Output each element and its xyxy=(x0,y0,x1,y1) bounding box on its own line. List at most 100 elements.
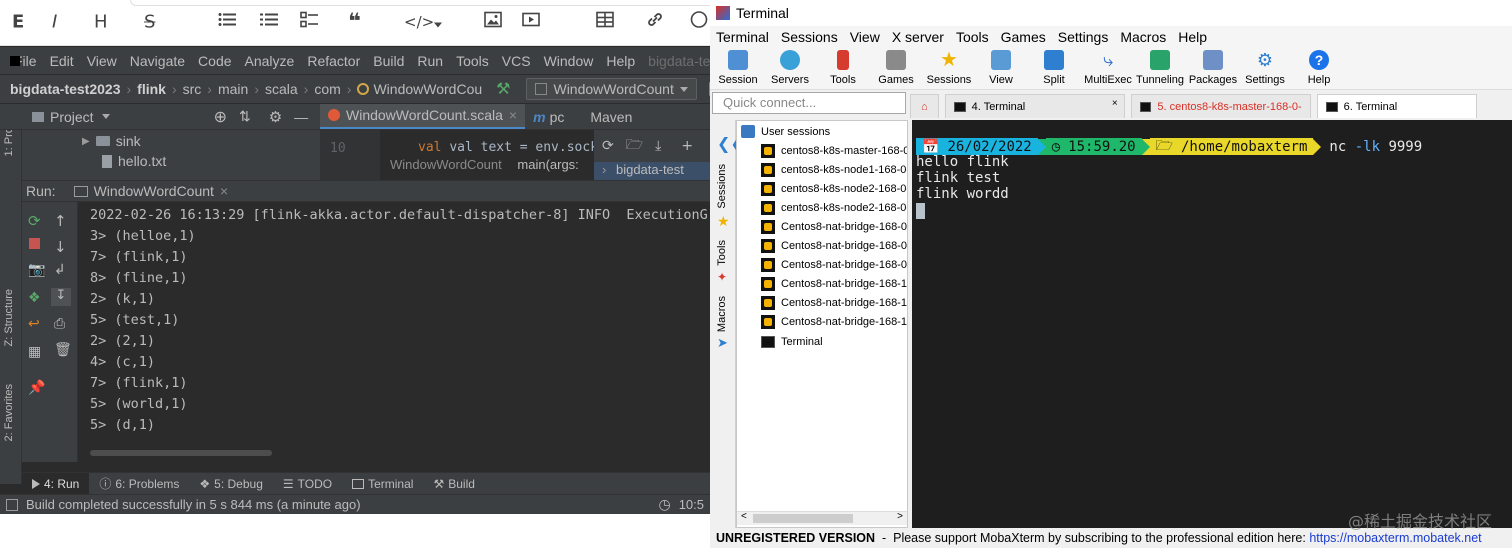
maven-panel-title[interactable]: Maven xyxy=(582,104,640,129)
code-breadcrumb-method[interactable]: main(args: xyxy=(517,157,578,172)
maven-project-item[interactable]: › bigdata-test xyxy=(594,162,710,180)
pin-icon[interactable]: 📌 xyxy=(28,380,45,396)
multiexec-button[interactable]: ⤷ MultiExec xyxy=(1080,50,1136,86)
horizontal-scrollbar[interactable] xyxy=(90,450,272,456)
stop-icon[interactable] xyxy=(29,238,40,249)
chevron-down-icon[interactable] xyxy=(101,114,110,119)
collapse-all-icon[interactable]: ⇅ xyxy=(239,108,251,125)
user-sessions-folder[interactable]: User sessions xyxy=(741,125,830,138)
menu-tools[interactable]: Tools xyxy=(456,53,489,69)
scrollbar-thumb[interactable] xyxy=(753,514,853,523)
chevron-right-icon[interactable]: ▶ xyxy=(82,136,90,147)
session-item[interactable]: Centos8-nat-bridge-168-0- xyxy=(761,258,907,272)
tools-button[interactable]: Tools xyxy=(815,50,871,86)
debug-rerun-icon[interactable]: ❖ xyxy=(28,290,42,306)
menu-vcs[interactable]: VCS xyxy=(502,53,531,69)
hammer-build-icon[interactable]: ⚒ xyxy=(496,79,510,99)
bullet-list-icon[interactable] xyxy=(218,12,236,33)
tab-build[interactable]: ⚒ Build xyxy=(423,473,484,495)
run-tab-windowwordcount[interactable]: WindowWordCount × xyxy=(73,183,228,199)
breadcrumb-main[interactable]: main xyxy=(218,81,248,97)
session-item[interactable]: centos8-k8s-node2-168-0-: xyxy=(761,201,907,215)
menu-window[interactable]: Window xyxy=(544,53,594,69)
tunneling-button[interactable]: Tunneling xyxy=(1132,50,1188,86)
gear-icon[interactable]: ⚙ xyxy=(269,108,282,126)
hide-icon[interactable]: — xyxy=(294,109,308,125)
image-icon[interactable] xyxy=(484,11,502,33)
breadcrumb-com[interactable]: com xyxy=(314,81,340,97)
session-item[interactable]: Centos8-nat-bridge-168-0- xyxy=(761,239,907,253)
quote-icon[interactable]: ❝ xyxy=(348,10,361,35)
caret-position[interactable]: 10:5 xyxy=(679,497,704,512)
tab-problems[interactable]: ⓘ 6: Problems xyxy=(89,473,189,495)
breadcrumb-module[interactable]: flink xyxy=(137,81,166,97)
close-icon[interactable]: × xyxy=(509,107,517,123)
layout-icon[interactable]: ▦ xyxy=(28,344,42,360)
locate-icon[interactable]: ⊕ xyxy=(214,107,227,127)
soft-wrap-icon[interactable]: ↲ xyxy=(54,262,68,278)
sidebar-tab-macros[interactable]: Macros xyxy=(716,296,728,332)
bold-button[interactable]: E xyxy=(12,12,24,33)
menu-view[interactable]: View xyxy=(87,53,117,69)
close-icon[interactable]: × xyxy=(1112,98,1118,109)
horizontal-scrollbar[interactable]: < > xyxy=(737,511,907,525)
tab-terminal-4[interactable]: 4. Terminal × xyxy=(944,94,1125,118)
servers-button[interactable]: Servers xyxy=(762,50,818,86)
tab-windowwordcount-scala[interactable]: WindowWordCount.scala × xyxy=(320,104,526,129)
rerun-icon[interactable]: ⟳ xyxy=(28,212,42,230)
packages-button[interactable]: Packages xyxy=(1185,50,1241,86)
exit-icon[interactable]: ↩ xyxy=(28,316,42,332)
menu-macros[interactable]: Macros xyxy=(1120,29,1166,45)
session-item[interactable]: Centos8-nat-bridge-168-18 xyxy=(761,277,907,291)
camera-icon[interactable]: 📷 xyxy=(28,262,45,278)
menu-navigate[interactable]: Navigate xyxy=(130,53,185,69)
table-icon[interactable] xyxy=(596,11,614,33)
tab-terminal[interactable]: Terminal xyxy=(342,473,423,495)
session-item[interactable]: centos8-k8s-master-168-0- xyxy=(761,144,907,158)
code-icon[interactable]: </> xyxy=(404,13,434,31)
close-icon[interactable]: × xyxy=(220,183,228,199)
breadcrumb-src[interactable]: src xyxy=(183,81,202,97)
menu-terminal[interactable]: Terminal xyxy=(716,29,769,45)
breadcrumb-file[interactable]: WindowWordCou xyxy=(357,81,482,97)
menu-edit[interactable]: Edit xyxy=(50,53,74,69)
menu-view[interactable]: View xyxy=(850,29,880,45)
heading-button[interactable]: H xyxy=(94,12,108,33)
italic-button[interactable]: I xyxy=(52,12,57,33)
tab-pom[interactable]: m pc xyxy=(525,104,572,129)
menu-analyze[interactable]: Analyze xyxy=(245,53,295,69)
menu-games[interactable]: Games xyxy=(1001,29,1046,45)
folder-icon[interactable]: 🗁 xyxy=(626,134,643,158)
menu-tools[interactable]: Tools xyxy=(956,29,989,45)
tab-terminal-6[interactable]: 6. Terminal xyxy=(1316,94,1477,118)
tree-item-sink[interactable]: ▶ sink xyxy=(82,133,141,149)
session-button[interactable]: Session xyxy=(710,50,766,86)
mobatek-link[interactable]: https://mobaxterm.mobatek.net xyxy=(1309,531,1481,545)
session-item-terminal[interactable]: Terminal xyxy=(761,336,823,348)
scroll-left-icon[interactable]: < xyxy=(741,511,747,522)
sessions-button[interactable]: ★ Sessions xyxy=(921,50,977,86)
structure-tool-button[interactable]: Z: Structure xyxy=(3,289,15,346)
tab-debug[interactable]: ❖ 5: Debug xyxy=(189,473,272,495)
run-configuration-select[interactable]: WindowWordCount xyxy=(526,78,697,100)
video-icon[interactable] xyxy=(522,12,540,33)
session-item[interactable]: centos8-k8s-node2-168-0-: xyxy=(761,182,907,196)
menu-build[interactable]: Build xyxy=(373,53,404,69)
favorites-tool-button[interactable]: 2: Favorites xyxy=(3,384,15,441)
help-button[interactable]: ? Help xyxy=(1291,50,1347,86)
sidebar-tab-sessions[interactable]: Sessions xyxy=(716,164,728,209)
session-item[interactable]: centos8-k8s-node1-168-0-: xyxy=(761,163,907,177)
games-button[interactable]: Games xyxy=(868,50,924,86)
session-item[interactable]: Centos8-nat-bridge-168-0- xyxy=(761,220,907,234)
terminal-view[interactable]: 📅 26/02/2022 ◷ 15:59.20 🗁 /home/mobaxter… xyxy=(912,120,1512,528)
menu-code[interactable]: Code xyxy=(198,53,231,69)
trash-icon[interactable]: 🗑 xyxy=(54,342,72,358)
menu-settings[interactable]: Settings xyxy=(1058,29,1109,45)
menu-help[interactable]: Help xyxy=(606,53,635,69)
menu-xserver[interactable]: X server xyxy=(892,29,944,45)
project-view-label[interactable]: Project xyxy=(50,109,94,125)
download-icon[interactable]: ⤓ xyxy=(655,138,661,154)
breadcrumb-scala[interactable]: scala xyxy=(265,81,298,97)
menu-help[interactable]: Help xyxy=(1178,29,1207,45)
add-icon[interactable]: + xyxy=(681,138,693,154)
